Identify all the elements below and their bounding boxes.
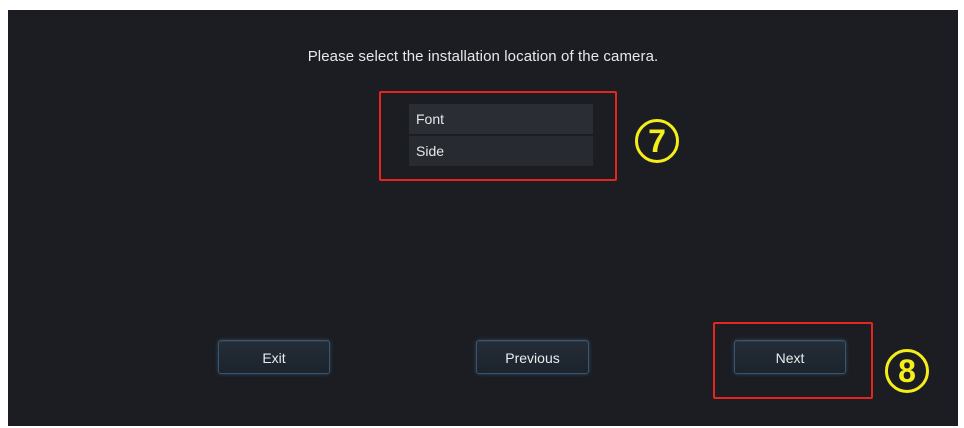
location-list-highlight [379, 91, 617, 181]
previous-button[interactable]: Previous [476, 340, 589, 374]
step-8-callout: 8 [885, 349, 929, 393]
instruction-text: Please select the installation location … [307, 48, 659, 65]
next-button-highlight [713, 322, 873, 399]
step-7-callout: 7 [635, 119, 679, 163]
exit-button[interactable]: Exit [218, 340, 330, 374]
setup-wizard-screen: Please select the installation location … [8, 10, 958, 426]
